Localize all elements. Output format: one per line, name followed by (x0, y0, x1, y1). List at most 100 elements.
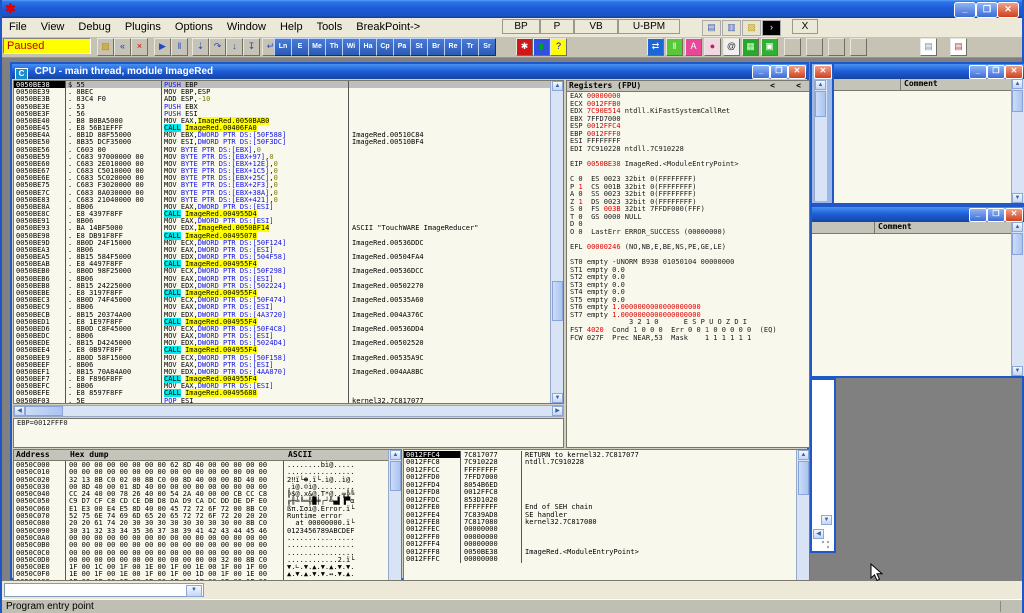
scroll-down-icon[interactable]: ▼ (1012, 366, 1023, 376)
registers-nav-left-icon[interactable]: < (770, 81, 775, 91)
dump-row[interactable]: 0050C09030 31 32 33 34 35 36 37 38 39 41… (14, 527, 388, 534)
minimize-button[interactable]: _ (954, 2, 976, 18)
maximize-button[interactable]: ❐ (976, 2, 998, 18)
stack-row[interactable]: 0012FFF80050BE38ImageRed.<ModuleEntryPoi… (404, 548, 796, 555)
scroll-thumb[interactable] (25, 406, 63, 416)
disasm-row[interactable]: 0050BEEF. 8B06MOV EAX,DWORD PTR DS:[ESI] (14, 361, 550, 368)
disasm-row[interactable]: 0050BE83. C683 21040000 00MOV BYTE PTR D… (14, 196, 550, 203)
cpu-restore-button[interactable]: ❐ (770, 65, 788, 79)
stack-row[interactable]: 0012FFC87C910228ntdll.7C910228 (404, 458, 796, 465)
disasm-row[interactable]: 0050BE8A. 8B06MOV EAX,DWORD PTR DS:[ESI] (14, 203, 550, 210)
register-line[interactable]: ST0 empty -UNORM B938 01050104 00000000 (567, 258, 809, 266)
chevron-down-icon[interactable]: ▼ (186, 585, 202, 597)
dump-row[interactable]: 0050C0C000 00 00 00 00 00 00 00 00 00 00… (14, 549, 388, 556)
disasm-row[interactable]: 0050BEBE. E8 3197F8FFCALL ImageRed.00495… (14, 289, 550, 296)
disasm-row[interactable]: 0050BEC3. 8B0D 74F45000MOV ECX,DWORD PTR… (14, 296, 550, 303)
animate-into-icon[interactable]: ↓ (226, 38, 243, 56)
restart-icon[interactable]: « (114, 38, 131, 56)
open-file-icon[interactable]: ▨ (97, 38, 114, 56)
close-program-icon[interactable]: × (131, 38, 148, 56)
disasm-row[interactable]: 0050BE45. E8 56B1EFFFCALL ImageRed.00406… (14, 124, 550, 131)
plugin-button-vb[interactable]: VB (574, 19, 618, 34)
options-gear-icon[interactable]: ✱ (516, 38, 533, 56)
stack-row[interactable]: 0012FFE47C839AD8SE handler (404, 511, 796, 518)
scroll-right-icon[interactable]: ▶ (552, 406, 563, 416)
register-line[interactable]: ST6 empty 1.0000000000000000000 (567, 303, 809, 311)
scroll-down-icon[interactable]: ▼ (821, 515, 832, 525)
restore-button[interactable]: ❐ (987, 65, 1005, 79)
disasm-row[interactable]: 0050BE6E. C683 5C020000 00MOV BYTE PTR D… (14, 174, 550, 181)
plugin-button-p[interactable]: P (540, 19, 574, 34)
scroll-left-icon[interactable]: ◀ (813, 529, 824, 539)
animate-over-icon[interactable]: ↧ (243, 38, 260, 56)
register-line[interactable]: EDX 7C90E514 ntdll.KiFastSystemCallRet (567, 107, 809, 115)
register-line[interactable]: EBX 7FFD7000 (567, 115, 809, 123)
window-button-tr[interactable]: Tr (461, 38, 479, 56)
register-line[interactable]: A 0 SS 0023 32bit 0(FFFFFFFF) (567, 190, 809, 198)
scroll-thumb[interactable] (798, 461, 809, 495)
disasm-row[interactable]: 0050BE50. 8B35 DCF35000MOV ESI,DWORD PTR… (14, 138, 550, 145)
disasm-row[interactable]: 0050BEDE. 8B15 D4245000MOV EDX,DWORD PTR… (14, 339, 550, 346)
disasm-row[interactable]: 0050BEA3. 8B06MOV EAX,DWORD PTR DS:[ESI] (14, 246, 550, 253)
blank-button[interactable] (784, 38, 801, 56)
folder-icon[interactable]: ▨ (742, 20, 761, 36)
blank-button[interactable] (828, 38, 845, 56)
disasm-row[interactable]: 0050BE38$ 55PUSH EBP (14, 81, 550, 88)
minimize-button[interactable]: _ (969, 65, 987, 79)
disasm-row[interactable]: 0050BEE4. E8 0B97F8FFCALL ImageRed.00495… (14, 346, 550, 353)
register-line[interactable] (567, 250, 809, 258)
dump-row[interactable]: 0050C0A000 00 00 00 00 00 00 00 00 00 00… (14, 534, 388, 541)
cpu-minimize-button[interactable]: _ (752, 65, 770, 79)
step-into-icon[interactable]: ⇣ (192, 38, 209, 56)
notes-report-icon[interactable]: ▤ (950, 38, 967, 56)
window-button-e[interactable]: E (291, 38, 309, 56)
register-line[interactable]: ST2 empty 0.0 (567, 273, 809, 281)
menu-view[interactable]: View (34, 18, 72, 37)
menu-plugins[interactable]: Plugins (118, 18, 168, 37)
window-button-re[interactable]: Re (444, 38, 462, 56)
stack-row[interactable]: 0012FFE87C817080kernel32.7C817080 (404, 518, 796, 525)
register-line[interactable]: EDI 7C910228 ntdll.7C910228 (567, 145, 809, 153)
disasm-row[interactable]: 0050BEB0. 8B0D 98F25000MOV ECX,DWORD PTR… (14, 267, 550, 274)
disasm-row[interactable]: 0050BF03. 5EPOP ESIkernel32.7C817077 (14, 397, 550, 404)
register-line[interactable]: EIP 0050BE38 ImageRed.<ModuleEntryPoint> (567, 160, 809, 168)
letter-a-icon[interactable]: A (685, 38, 702, 56)
register-line[interactable] (567, 152, 809, 160)
register-line[interactable]: 3 2 1 0 E S P U O Z D I (567, 318, 809, 326)
disasm-row[interactable]: 0050BEF1. 8B15 70A84A00MOV EDX,DWORD PTR… (14, 368, 550, 375)
dump-row[interactable]: 0050C0E01F 00 1C 00 1F 00 1E 00 1F 00 1E… (14, 563, 388, 570)
window-button-th[interactable]: Th (325, 38, 343, 56)
disasm-row[interactable]: 0050BED6. 8B0D C8F45000MOV ECX,DWORD PTR… (14, 325, 550, 332)
disasm-row[interactable]: 0050BE39. 8BECMOV EBP,ESP (14, 88, 550, 95)
register-line[interactable]: EFL 00000246 (NO,NB,E,BE,NS,PE,GE,LE) (567, 243, 809, 251)
stack-row[interactable]: 0012FFE0FFFFFFFFEnd of SEH chain (404, 503, 796, 510)
stack-pane[interactable]: 0012FFC47C817077RETURN to kernel32.7C817… (403, 449, 810, 581)
disasm-row[interactable]: 0050BEA5. 8B15 584F5000MOV EDX,DWORD PTR… (14, 253, 550, 260)
step-over-icon[interactable]: ↷ (209, 38, 226, 56)
binary-grid-icon[interactable]: ▦ (742, 38, 759, 56)
scroll-thumb[interactable] (1012, 233, 1023, 255)
dump-row[interactable]: 0050C01000 00 00 00 00 00 00 00 00 00 00… (14, 468, 388, 475)
disasm-row[interactable]: 0050BEAB. E8 4497F8FFCALL ImageRed.00495… (14, 260, 550, 267)
disasm-row[interactable]: 0050BE4A. 8B1D 88F55000MOV EBX,DWORD PTR… (14, 131, 550, 138)
console-icon[interactable]: › (762, 20, 781, 36)
dump-row[interactable]: 0050C0F01E 00 1F 00 1E 00 1F 00 1F 00 1D… (14, 570, 388, 577)
register-line[interactable]: ECX 0012FFB0 (567, 100, 809, 108)
disasm-hscrollbar[interactable]: ◀ ▶ (13, 405, 564, 417)
register-line[interactable]: EAX 00000000 (567, 92, 809, 100)
pause-icon[interactable]: ‖ (171, 38, 188, 56)
main-titlebar[interactable]: ✱ _ ❐ ✕ (2, 0, 1022, 18)
cpu-close-button[interactable]: ✕ (788, 65, 806, 79)
registers-pane[interactable]: Registers (FPU) < < EAX 00000000ECX 0012… (566, 80, 810, 448)
window-button-ln[interactable]: Ln (274, 38, 292, 56)
blank-button[interactable] (806, 38, 823, 56)
window-button-me[interactable]: Me (308, 38, 326, 56)
comment-column-header[interactable]: Comment (812, 222, 1024, 234)
appearance-icon[interactable]: ▮ (533, 38, 550, 56)
register-line[interactable]: P 1 CS 001B 32bit 0(FFFFFFFF) (567, 183, 809, 191)
registers-nav-right-icon[interactable]: < (796, 81, 801, 91)
fragment-close-button[interactable]: ✕ (814, 65, 832, 79)
window-button-br[interactable]: Br (427, 38, 445, 56)
disasm-row[interactable]: 0050BE59. C683 97000000 00MOV BYTE PTR D… (14, 153, 550, 160)
scroll-up-icon[interactable]: ▲ (390, 450, 401, 460)
